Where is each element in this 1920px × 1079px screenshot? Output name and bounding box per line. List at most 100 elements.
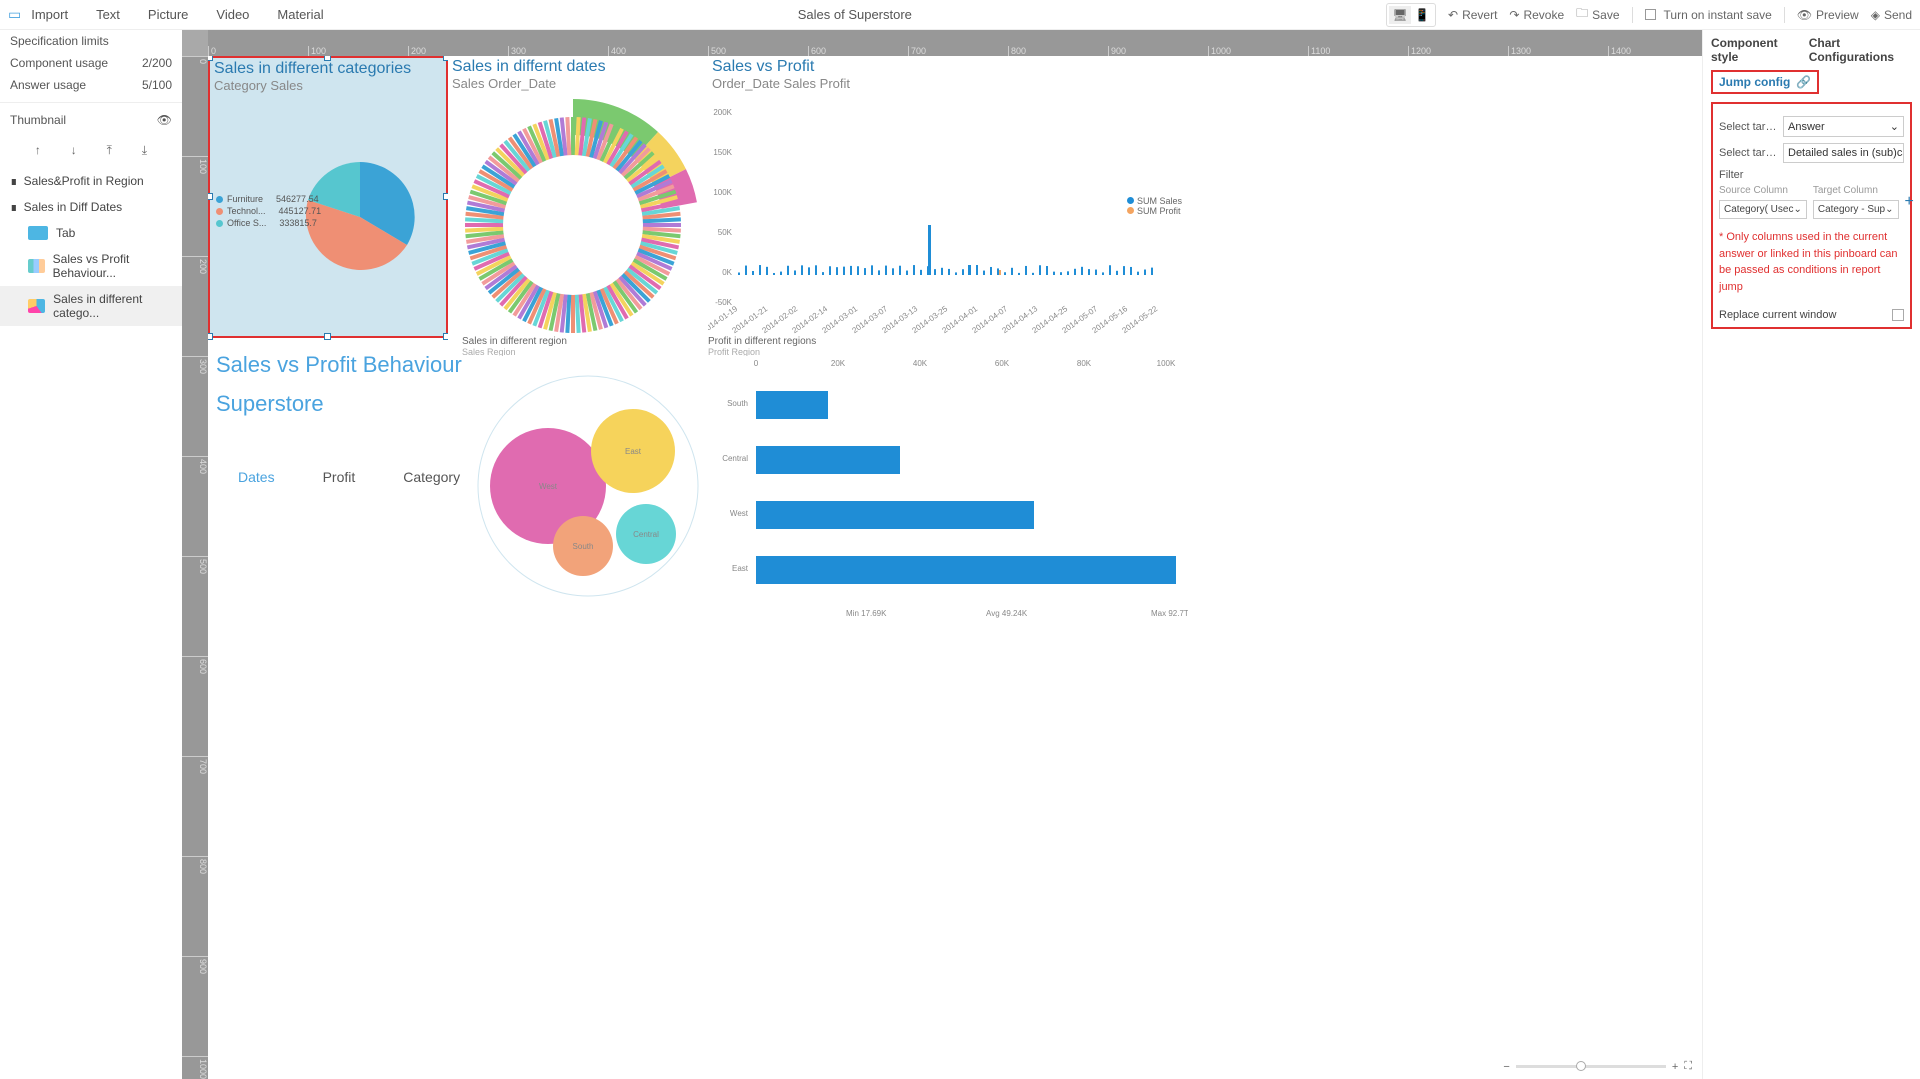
instant-save-toggle[interactable]: Turn on instant save <box>1645 8 1772 22</box>
select-target2-label: Select targe... <box>1719 147 1779 159</box>
add-filter-button[interactable]: + <box>1905 193 1914 211</box>
svg-text:200K: 200K <box>713 108 732 117</box>
svg-text:West: West <box>539 482 558 491</box>
eye-icon[interactable]: 👁 <box>157 113 172 127</box>
hbar-chart: 020K40K60K80K100K South Central West Eas… <box>708 356 1188 636</box>
save-button[interactable]: 🗀Save <box>1576 4 1619 25</box>
device-toggle[interactable]: 🖥 📱 <box>1386 3 1436 27</box>
folder-sales-dates[interactable]: ∎Sales in Diff Dates <box>0 194 182 220</box>
svg-text:Max 92.7TK: Max 92.7TK <box>1151 609 1188 618</box>
topbar: ▭ Import Text Picture Video Material Sal… <box>0 0 1920 30</box>
menu-import[interactable]: Import <box>31 7 68 22</box>
svg-text:-50K: -50K <box>715 298 733 307</box>
source-column-dropdown[interactable]: Category( Usec⌄ <box>1719 200 1807 219</box>
svg-text:Min 17.69K: Min 17.69K <box>846 609 887 618</box>
chart-subtitle: Sales Order_Date <box>448 76 708 95</box>
target-column-header: Target Column <box>1813 185 1899 196</box>
bubble-chart: West East South Central <box>468 356 708 616</box>
widget-sales-vs-profit[interactable]: Sales vs Profit Order_Date Sales Profit … <box>708 56 1188 356</box>
select-target-dropdown[interactable]: Answer⌄ <box>1783 116 1904 137</box>
source-column-header: Source Column <box>1719 185 1807 196</box>
chart-icon <box>28 259 45 273</box>
arrow-up-icon[interactable]: ↑ <box>35 143 41 158</box>
align-top-icon[interactable]: ⤒ <box>107 143 112 158</box>
send-icon: ◈ <box>1871 8 1880 22</box>
chart-title: Sales vs Profit <box>708 56 1188 76</box>
component-usage: Component usage2/200 <box>0 52 182 74</box>
menu-text[interactable]: Text <box>96 7 120 22</box>
svg-text:South: South <box>727 399 748 408</box>
chart-title: Sales in differnt dates <box>448 56 708 76</box>
item-sales-profit-behav[interactable]: Sales vs Profit Behaviour... <box>0 246 182 286</box>
replace-window-checkbox[interactable] <box>1892 309 1904 321</box>
widget-profit-region-bar[interactable]: 020K40K60K80K100K South Central West Eas… <box>708 356 1188 646</box>
svg-text:South: South <box>573 542 594 551</box>
fit-icon[interactable]: ⛶ <box>1684 1060 1692 1073</box>
top-menu: Import Text Picture Video Material <box>31 7 323 22</box>
svg-text:80K: 80K <box>1077 359 1092 368</box>
send-button[interactable]: ◈Send <box>1871 8 1912 22</box>
svg-text:150K: 150K <box>713 148 732 157</box>
answer-usage: Answer usage5/100 <box>0 74 182 96</box>
jump-config-panel: Select targe... Answer⌄ Select targe... … <box>1711 102 1912 329</box>
canvas-area: 0100200300400500600700800900100011001200… <box>182 30 1702 1079</box>
desktop-icon[interactable]: 🖥 <box>1389 6 1411 24</box>
revoke-button[interactable]: ↷Revoke <box>1509 8 1564 22</box>
left-panel: Specification limits Component usage2/20… <box>0 30 182 1079</box>
target-column-dropdown[interactable]: Category - Sup⌄ <box>1813 200 1899 219</box>
select-target-label: Select targe... <box>1719 121 1779 133</box>
select-target2-input[interactable]: Detailed sales in (sub)categor <box>1783 143 1904 163</box>
widget-bubble-region[interactable]: West East South Central <box>468 356 708 626</box>
zoom-out-icon[interactable]: − <box>1503 1061 1509 1073</box>
item-tab[interactable]: Tab <box>0 220 182 246</box>
chart-subtitle: Order_Date Sales Profit <box>708 76 1188 95</box>
jump-config-button[interactable]: Jump config🔗 <box>1711 70 1819 94</box>
folder-icon: ∎ <box>10 200 18 214</box>
chart-title: Sales in different categories <box>210 58 446 78</box>
checkbox-icon[interactable] <box>1645 9 1656 20</box>
tab-chart-config[interactable]: Chart Configurations <box>1809 36 1912 64</box>
widget-pie-categories[interactable]: Sales in different categories Category S… <box>208 56 448 338</box>
zoom-slider[interactable] <box>1516 1065 1666 1068</box>
svg-text:40K: 40K <box>913 359 928 368</box>
folder-sales-profit[interactable]: ∎Sales&Profit in Region <box>0 168 182 194</box>
thumbnail-header[interactable]: Thumbnail👁 <box>0 102 182 137</box>
canvas[interactable]: Sales in different categories Category S… <box>208 56 1702 1079</box>
widget-tabs[interactable]: Dates Profit Category <box>218 469 498 509</box>
svg-text:Central: Central <box>633 530 659 539</box>
align-bottom-icon[interactable]: ⤓ <box>142 143 147 158</box>
align-tools: ↑ ↓ ⤒ ⤓ <box>0 137 182 168</box>
redo-icon: ↷ <box>1509 8 1519 22</box>
bar-chart: 200K 150K 100K 50K 0K -50K 2014-01-19201… <box>708 95 1188 335</box>
ruler-horizontal: 0100200300400500600700800900100011001200… <box>208 30 1702 56</box>
right-panel: Component style Chart Configurations Jum… <box>1702 30 1920 1079</box>
tab-component-style[interactable]: Component style <box>1711 36 1795 64</box>
zoom-in-icon[interactable]: + <box>1672 1061 1678 1073</box>
svg-text:0: 0 <box>754 359 759 368</box>
mobile-icon[interactable]: 📱 <box>1411 6 1433 24</box>
svg-text:East: East <box>625 447 642 456</box>
config-tabs: Component style Chart Configurations <box>1711 36 1912 64</box>
svg-text:100K: 100K <box>1157 359 1176 368</box>
app-icon: ▭ <box>8 6 21 23</box>
menu-video[interactable]: Video <box>216 7 249 22</box>
ruler-vertical: 0100200300400500600700800900100011001200… <box>182 56 208 1079</box>
tab-dates[interactable]: Dates <box>238 469 275 509</box>
tab-profit[interactable]: Profit <box>323 469 356 509</box>
menu-material[interactable]: Material <box>277 7 323 22</box>
svg-text:100K: 100K <box>713 188 732 197</box>
widget-donut-dates[interactable]: Sales in differnt dates Sales Order_Date <box>448 56 708 356</box>
arrow-down-icon[interactable]: ↓ <box>71 143 77 158</box>
svg-text:50K: 50K <box>718 228 733 237</box>
donut-chart <box>448 95 698 335</box>
preview-button[interactable]: 👁Preview <box>1797 8 1859 22</box>
tab-category[interactable]: Category <box>403 469 460 509</box>
chevron-down-icon: ⌄ <box>1890 120 1899 133</box>
revert-button[interactable]: ↶Revert <box>1448 8 1497 22</box>
item-sales-categories[interactable]: Sales in different catego... <box>0 286 182 326</box>
svg-text:Central: Central <box>722 454 748 463</box>
replace-window-label: Replace current window <box>1719 309 1836 321</box>
svg-text:20K: 20K <box>831 359 846 368</box>
zoom-control[interactable]: − + ⛶ <box>1503 1060 1692 1073</box>
menu-picture[interactable]: Picture <box>148 7 188 22</box>
